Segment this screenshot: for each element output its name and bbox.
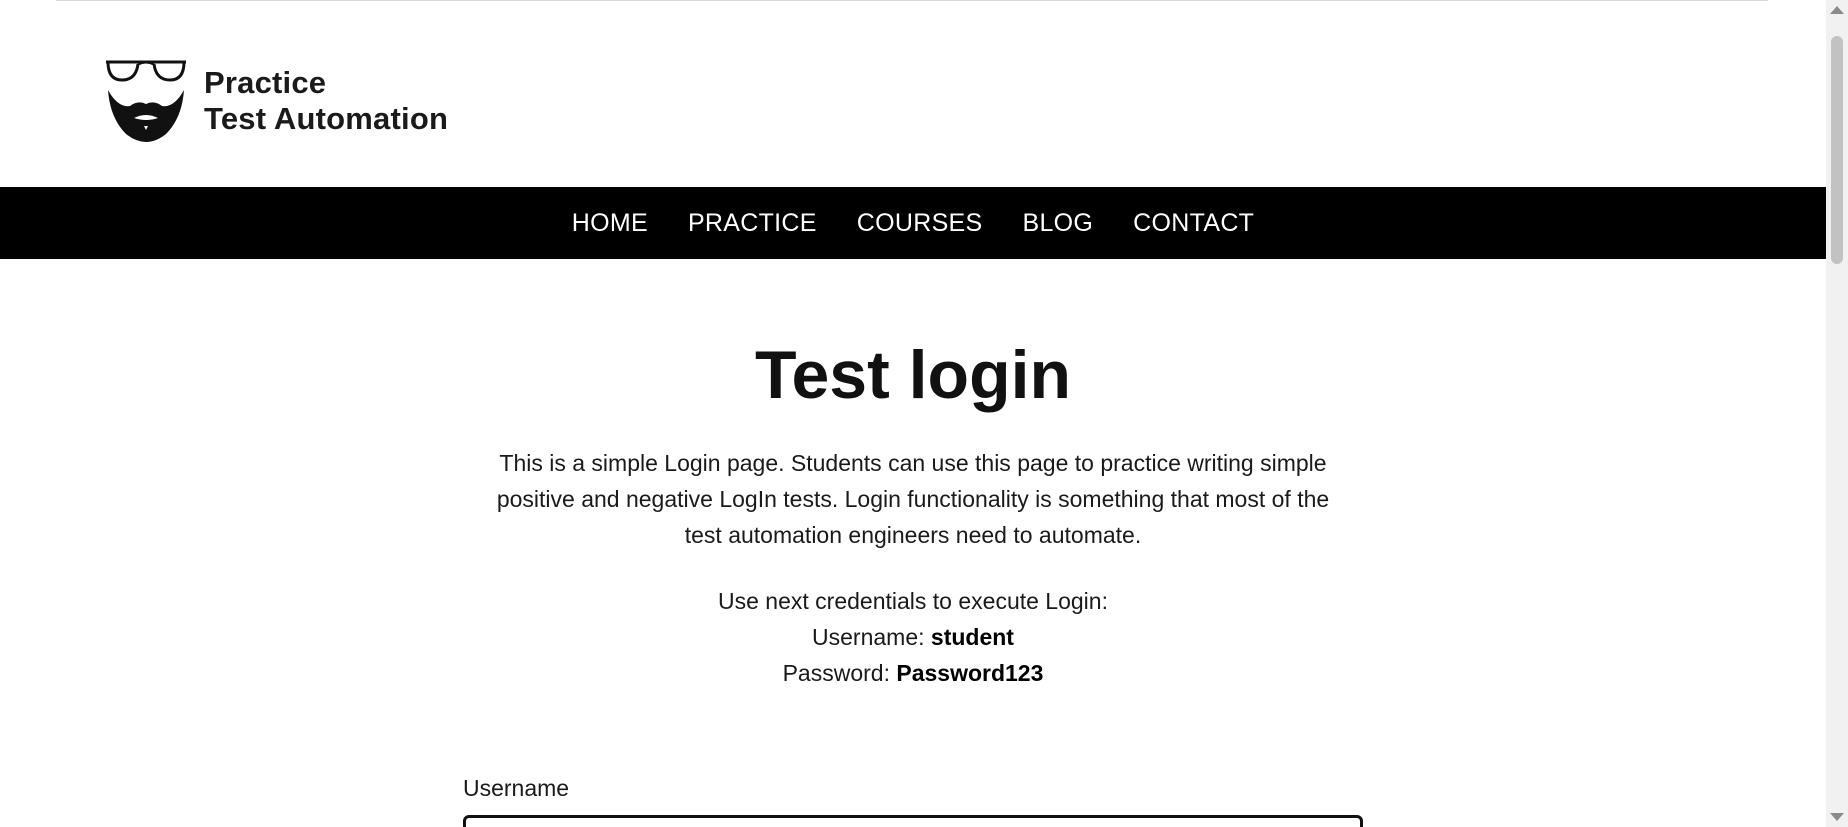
top-divider bbox=[56, 0, 1768, 1]
brand-line-1: Practice bbox=[204, 65, 327, 100]
nav-item-practice[interactable]: PRACTICE bbox=[688, 209, 817, 238]
password-credential-label: Password: bbox=[782, 660, 890, 686]
scroll-down-arrow-icon[interactable] bbox=[1830, 813, 1844, 821]
page: Practice Test Automation HOME PRACTICE C… bbox=[0, 0, 1826, 827]
username-input[interactable] bbox=[463, 815, 1363, 827]
intro-paragraph: This is a simple Login page. Students ca… bbox=[496, 450, 1330, 548]
login-form: Username bbox=[463, 773, 1363, 827]
password-credential-value: Password123 bbox=[896, 660, 1044, 686]
username-field-label: Username bbox=[463, 775, 570, 801]
nav-item-contact[interactable]: CONTACT bbox=[1133, 209, 1254, 238]
credentials-heading: Use next credentials to execute Login: bbox=[718, 588, 1108, 614]
glasses-beard-logo-icon bbox=[106, 60, 186, 142]
scroll-up-arrow-icon[interactable] bbox=[1830, 6, 1844, 14]
password-credential: Password: Password123 bbox=[0, 655, 1826, 691]
username-credential-label: Username: bbox=[812, 624, 925, 650]
page-title: Test login bbox=[754, 337, 1072, 413]
nav-item-courses[interactable]: COURSES bbox=[857, 209, 983, 238]
brand-name: Practice Test Automation bbox=[204, 65, 448, 137]
credentials-block: Use next credentials to execute Login: U… bbox=[0, 583, 1826, 691]
nav-item-blog[interactable]: BLOG bbox=[1023, 209, 1094, 238]
scroll-thumb[interactable] bbox=[1831, 36, 1843, 264]
brand-line-2: Test Automation bbox=[204, 101, 449, 136]
main-navigation: HOME PRACTICE COURSES BLOG CONTACT bbox=[0, 187, 1826, 259]
nav-item-home[interactable]: HOME bbox=[572, 209, 648, 238]
site-logo-link[interactable]: Practice Test Automation bbox=[104, 56, 448, 146]
username-credential: Username: student bbox=[0, 619, 1826, 655]
login-intro-section: Test login This is a simple Login page. … bbox=[0, 259, 1826, 691]
username-credential-value: student bbox=[930, 624, 1014, 650]
vertical-scrollbar[interactable] bbox=[1826, 0, 1848, 827]
browser-viewport: Practice Test Automation HOME PRACTICE C… bbox=[0, 0, 1848, 827]
